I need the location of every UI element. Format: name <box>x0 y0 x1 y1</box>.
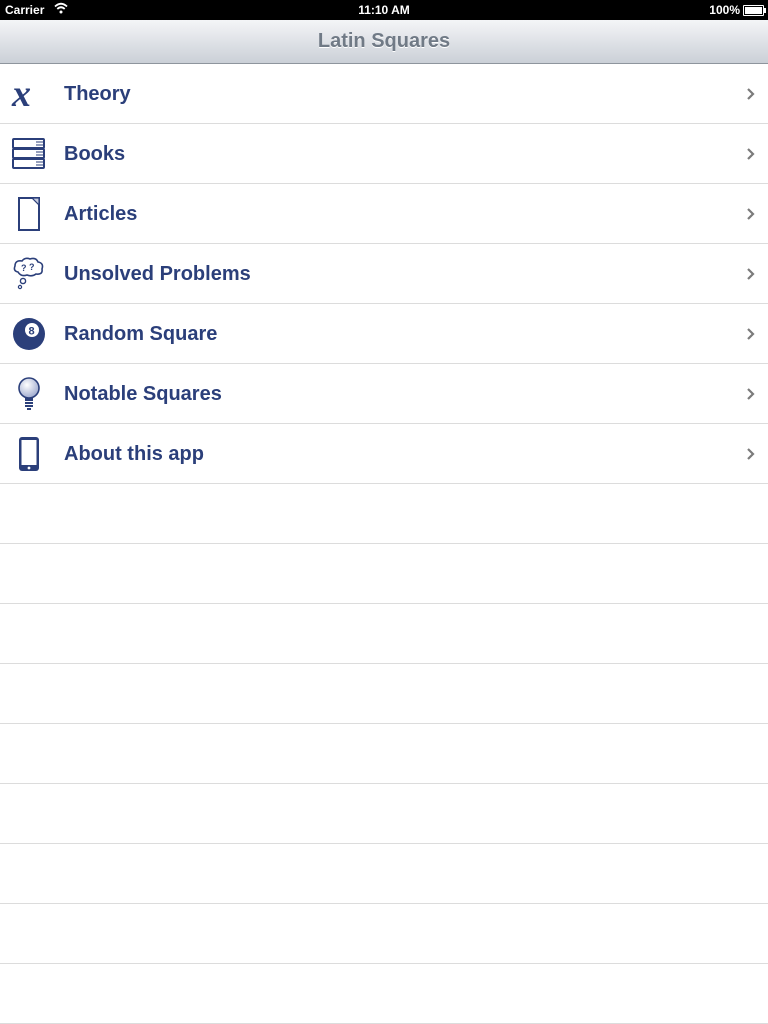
svg-text:?: ? <box>29 262 35 272</box>
menu-item-notable-squares[interactable]: Notable Squares <box>0 364 768 424</box>
eight-ball-icon: 8 <box>10 316 48 352</box>
menu-item-label: Articles <box>64 203 138 225</box>
menu-item-label: Books <box>64 143 126 165</box>
svg-text:8: 8 <box>29 326 35 338</box>
menu-item-label: Unsolved Problems <box>64 263 251 285</box>
chevron-right-icon <box>746 207 756 221</box>
chevron-right-icon <box>746 327 756 341</box>
empty-row <box>0 604 768 664</box>
chevron-right-icon <box>746 267 756 281</box>
empty-row <box>0 544 768 604</box>
chevron-right-icon <box>746 447 756 461</box>
status-bar: Carrier 11:10 AM 100% <box>0 0 768 20</box>
page-title: Latin Squares <box>317 30 451 52</box>
empty-row <box>0 964 768 1024</box>
empty-row <box>0 724 768 784</box>
empty-row <box>0 664 768 724</box>
empty-row <box>0 904 768 964</box>
chevron-right-icon <box>746 387 756 401</box>
navigation-bar: Latin Squares <box>0 20 768 64</box>
menu-item-unsolved-problems[interactable]: ? ? Unsolved Problems <box>0 244 768 304</box>
chevron-right-icon <box>746 87 756 101</box>
lightbulb-icon <box>10 376 48 412</box>
menu-list: x Theory Books Articles ? ? Unsolved Pro… <box>0 64 768 1024</box>
svg-text:?: ? <box>21 263 27 273</box>
chevron-right-icon <box>746 147 756 161</box>
empty-row <box>0 784 768 844</box>
article-icon <box>10 196 48 232</box>
menu-item-label: About this app <box>64 443 204 465</box>
ipad-icon <box>10 436 48 472</box>
menu-item-theory[interactable]: x Theory <box>0 64 768 124</box>
svg-text:x: x <box>11 76 31 112</box>
status-time: 11:10 AM <box>358 3 410 17</box>
menu-item-books[interactable]: Books <box>0 124 768 184</box>
empty-row <box>0 484 768 544</box>
menu-item-random-square[interactable]: 8 Random Square <box>0 304 768 364</box>
menu-item-about[interactable]: About this app <box>0 424 768 484</box>
menu-item-label: Notable Squares <box>64 383 222 405</box>
battery-percent: 100% <box>709 3 740 17</box>
battery-icon <box>743 5 766 16</box>
menu-item-label: Theory <box>64 83 131 105</box>
menu-item-label: Random Square <box>64 323 218 345</box>
books-icon <box>10 136 48 172</box>
empty-row <box>0 844 768 904</box>
menu-item-articles[interactable]: Articles <box>0 184 768 244</box>
math-x-icon: x <box>10 73 48 115</box>
thought-cloud-icon: ? ? <box>10 256 48 292</box>
